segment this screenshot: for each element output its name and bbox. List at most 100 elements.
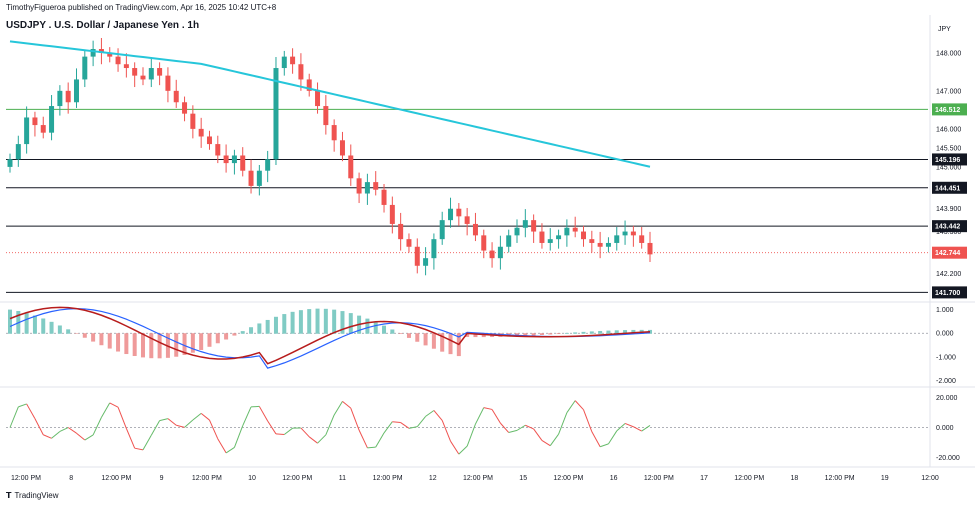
- chart-canvas[interactable]: JPY148.000147.000146.000145.500145.00014…: [0, 0, 975, 509]
- x-tick-label: 12:00 PM: [373, 475, 403, 482]
- candle-body: [506, 235, 512, 247]
- candle-body: [406, 239, 412, 247]
- osc2-y-tick-label: 0.000: [936, 425, 954, 432]
- osc2-line-segment: [233, 425, 244, 448]
- x-tick-label: 12:00 PM: [282, 475, 312, 482]
- x-tick-label: 12:00 PM: [644, 475, 674, 482]
- osc2-line-segment: [142, 434, 152, 451]
- candle-body: [514, 227, 520, 236]
- candle-body: [140, 75, 146, 80]
- osc2-line-segment: [400, 422, 410, 429]
- price-level-tag: 142.744: [932, 246, 967, 259]
- candle-body: [414, 246, 420, 266]
- osc2-line-segment: [51, 431, 61, 439]
- candle-body: [32, 117, 38, 126]
- osc2-line-segment: [26, 403, 36, 419]
- tradingview-logo[interactable]: 𝗧 TradingView: [6, 491, 59, 500]
- candle-body: [381, 189, 387, 205]
- osc1-histogram-bar: [107, 333, 112, 349]
- candle-body: [315, 90, 321, 107]
- osc1-main-line: [9, 306, 651, 365]
- candle-body: [439, 220, 445, 240]
- osc2-line-segment: [9, 406, 19, 428]
- candle-body: [206, 136, 212, 145]
- candle-body: [389, 204, 395, 224]
- y-tick-label: 148.000: [936, 50, 961, 57]
- osc1-histogram-bar: [257, 323, 262, 334]
- osc1-histogram-bar: [415, 333, 420, 342]
- price-level-tag-label: 145.196: [935, 157, 960, 164]
- osc1-histogram-bar: [240, 331, 245, 334]
- osc1-histogram-bar: [82, 333, 87, 338]
- candle-body: [556, 235, 562, 240]
- candle-body: [7, 159, 13, 167]
- candle-body: [472, 223, 478, 236]
- osc2-line-segment: [159, 418, 169, 422]
- candle-body: [198, 128, 204, 137]
- candle-body: [281, 56, 287, 69]
- osc2-y-tick-label: 20.000: [936, 395, 958, 402]
- osc2-line-segment: [100, 402, 111, 418]
- x-tick-label: 17: [700, 475, 708, 482]
- osc2-y-tick-label: -20.000: [936, 455, 960, 462]
- osc2-line-segment: [84, 434, 94, 441]
- osc2-line-segment: [475, 407, 485, 425]
- candle-body: [49, 106, 55, 133]
- osc1-histogram-bar: [174, 333, 179, 357]
- x-tick-label: 11: [339, 475, 346, 482]
- x-tick-label: 10: [248, 475, 256, 482]
- osc2-line-segment: [508, 429, 518, 433]
- candle-body: [24, 117, 30, 145]
- osc2-line-segment: [633, 426, 642, 432]
- price-level-tag-label: 144.451: [935, 185, 960, 192]
- osc2-line-segment: [624, 422, 634, 428]
- candle-body: [157, 68, 163, 76]
- candle-body: [339, 140, 345, 156]
- osc2-line-segment: [59, 427, 69, 432]
- x-tick-label: 12:00 PM: [11, 475, 41, 482]
- osc1-histogram-bar: [581, 331, 586, 334]
- osc2-line-segment: [425, 410, 435, 417]
- x-tick-label: 12:00 PM: [463, 475, 493, 482]
- osc1-histogram-bar: [556, 333, 561, 334]
- x-tick-label: 12:00 PM: [553, 475, 583, 482]
- osc1-histogram-bar: [199, 333, 204, 350]
- osc1-histogram-bar: [398, 333, 403, 334]
- osc2-line-segment: [125, 428, 136, 449]
- candle-body: [240, 155, 246, 171]
- osc1-histogram-bar: [140, 333, 145, 358]
- candle-body: [448, 208, 454, 221]
- candle-body: [431, 239, 437, 259]
- osc2-line-segment: [167, 418, 177, 426]
- osc1-histogram-bar: [57, 325, 62, 334]
- osc1-histogram-bar: [66, 329, 71, 334]
- osc2-line-segment: [450, 440, 460, 455]
- osc2-line-segment: [549, 433, 559, 446]
- price-level-tag-label: 146.512: [935, 107, 960, 114]
- osc2-line-segment: [117, 406, 127, 429]
- price-level-tag: 145.196: [932, 153, 967, 166]
- candle-body: [65, 90, 71, 103]
- y-tick-label: 143.900: [936, 206, 961, 213]
- osc2-line-segment: [225, 447, 235, 454]
- x-tick-label: 12:00 PM: [734, 475, 764, 482]
- osc2-line-segment: [67, 427, 77, 434]
- osc2-line-segment: [358, 429, 368, 449]
- osc2-line-segment: [176, 424, 185, 428]
- candle-body: [256, 170, 262, 186]
- osc2-line-segment: [416, 416, 426, 427]
- osc2-line-segment: [200, 412, 210, 421]
- osc2-line-segment: [608, 430, 618, 445]
- osc1-histogram-bar: [423, 333, 428, 346]
- candle-body: [73, 79, 79, 103]
- candle-body: [398, 223, 404, 240]
- candle-body: [182, 102, 188, 114]
- candle-body: [356, 178, 362, 194]
- price-level-tag: 143.442: [932, 220, 967, 233]
- osc2-line-segment: [325, 414, 335, 436]
- osc2-line-segment: [184, 419, 194, 428]
- osc1-histogram-bar: [531, 333, 536, 336]
- osc1-histogram-bar: [273, 316, 278, 334]
- osc2-line-segment: [641, 425, 651, 432]
- osc2-line-segment: [217, 438, 227, 454]
